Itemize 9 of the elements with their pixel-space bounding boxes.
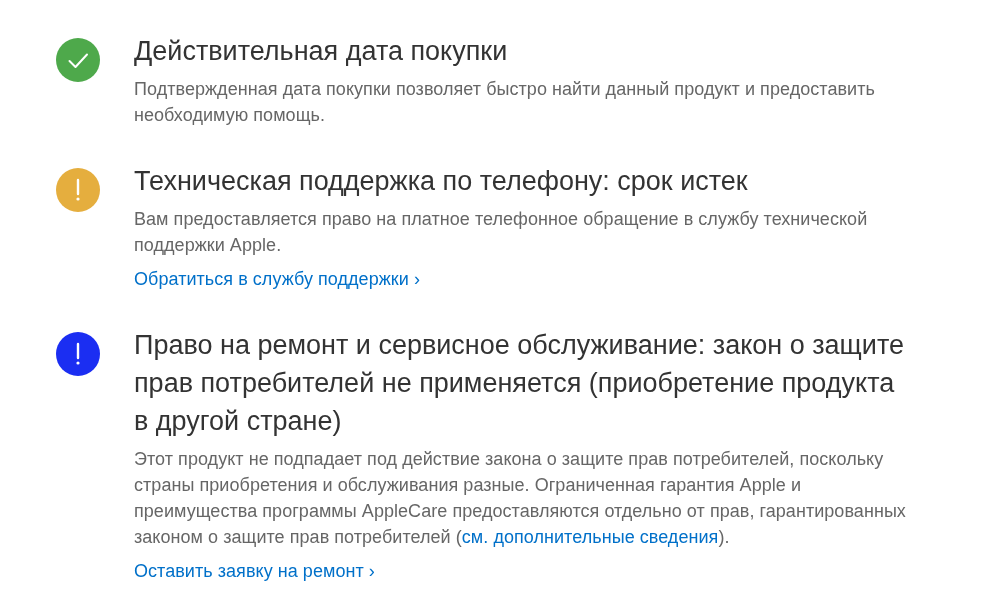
section-description: Этот продукт не подпадает под действие закона о защите прав потребителей, поскольку страны приобретения и обслуживания разные. Ограниченная гарантия Apple и преимущества программы AppleCare предоставляются отдельно от прав, гарантированных законом о защите прав потребителей (см. дополнительные сведения). bbox=[134, 448, 907, 549]
action-link[interactable]: Обратиться в службу поддержки › bbox=[134, 266, 420, 292]
section-description: Подтвержденная дата покупки позволяет быстро найти данный продукт и предоставить необходимую помощь. bbox=[134, 78, 876, 127]
section-description: Вам предоставляется право на платное телефонное обращение в службу технической поддержки Apple. bbox=[134, 208, 869, 257]
action-link[interactable]: Оставить заявку на ремонт › bbox=[134, 558, 375, 584]
section-title: Право на ремонт и сервисное обслуживание: закон о защите прав потребителей не применяется (приобретение продукта в другой стране) bbox=[134, 329, 905, 438]
section-title: Действительная дата покупки bbox=[134, 35, 508, 68]
more-info-link[interactable]: см. дополнительные сведения bbox=[461, 527, 719, 547]
section-title: Техническая поддержка по телефону: срок истек bbox=[134, 165, 748, 198]
